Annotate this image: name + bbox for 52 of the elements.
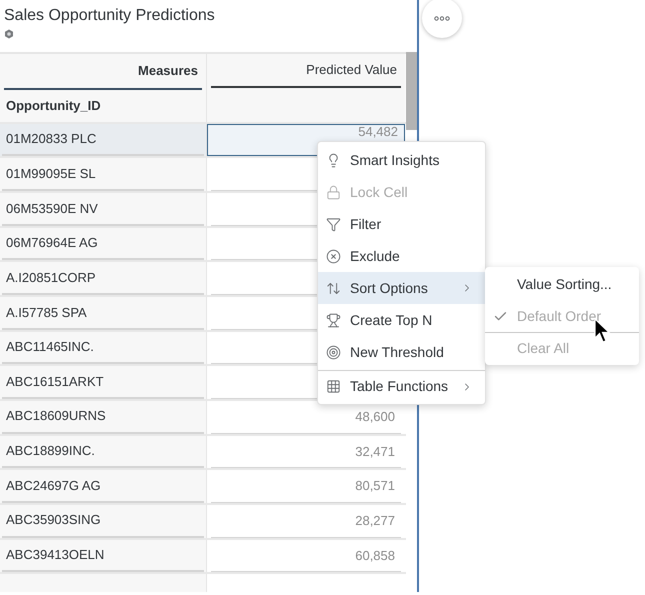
sort-icon [326, 280, 341, 296]
menu-item-label: Table Functions [350, 377, 450, 396]
value-text: 80,571 [355, 477, 395, 496]
scrollbar-thumb[interactable] [406, 52, 417, 130]
row-label: ABC16151ARKT [5, 372, 105, 391]
submenu-item-label: Default Order [517, 306, 602, 326]
menu-item-label: Sort Options [350, 278, 429, 298]
menu-item-label: Create Top N [350, 310, 434, 330]
menu-item-label: Filter [350, 214, 382, 234]
widget-title: Sales Opportunity Predictions [4, 6, 216, 26]
row-label: ABC39413OELN [5, 546, 106, 564]
row-label: 01M20833 PLC [5, 130, 98, 148]
value-text: 48,600 [355, 408, 395, 426]
submenu-item[interactable]: Value Sorting... [485, 268, 639, 300]
row-label: ABC11465INC. [5, 338, 95, 356]
menu-item[interactable]: Filter [318, 208, 485, 240]
row-label: ABC24697G AG [5, 476, 102, 495]
table-icon [326, 379, 341, 394]
menu-item[interactable]: Create Top N [318, 304, 485, 336]
value-text: 28,277 [355, 512, 395, 530]
menu-item-label: Smart Insights [350, 150, 440, 170]
row-label: 06M76964E AG [5, 234, 99, 252]
row-label: ABC18899INC. [5, 442, 96, 460]
menu-item[interactable]: Sort Options [318, 272, 485, 304]
value-text: 60,858 [355, 546, 395, 565]
menu-item-label: Exclude [350, 246, 401, 266]
value-text: 32,471 [355, 442, 395, 461]
cube-icon [4, 29, 14, 39]
row-label: A.I20851CORP [5, 268, 97, 287]
trophy-icon [326, 312, 341, 328]
row-dimension-header: Opportunity_ID [5, 97, 102, 115]
value-text: 54,482 [358, 124, 398, 139]
row-label: 01M99095E SL [5, 164, 97, 183]
row-label: ABC18609URNS [5, 407, 107, 426]
menu-item[interactable]: Smart Insights [318, 144, 485, 176]
menu-item-label: New Threshold [350, 342, 445, 362]
submenu-item-label: Value Sorting... [517, 274, 612, 294]
more-icon [434, 16, 450, 20]
more-options-button[interactable] [422, 0, 462, 38]
row-label: 06M53590E NV [5, 200, 99, 218]
target-icon [326, 344, 341, 360]
menu-item[interactable]: Table Functions [318, 370, 485, 402]
submenu-item-label: Clear All [517, 339, 570, 358]
menu-item[interactable]: New Threshold [318, 336, 485, 368]
corner-header: Measures [138, 62, 198, 80]
circle-x-icon [326, 248, 341, 264]
row-label: ABC35903SING [5, 511, 102, 530]
menu-item[interactable]: Exclude [318, 240, 485, 272]
lock-icon [326, 184, 341, 200]
row-label: A.I57785 SPA [5, 304, 88, 322]
menu-item-label: Lock Cell [350, 182, 409, 202]
filter-icon [326, 216, 341, 232]
